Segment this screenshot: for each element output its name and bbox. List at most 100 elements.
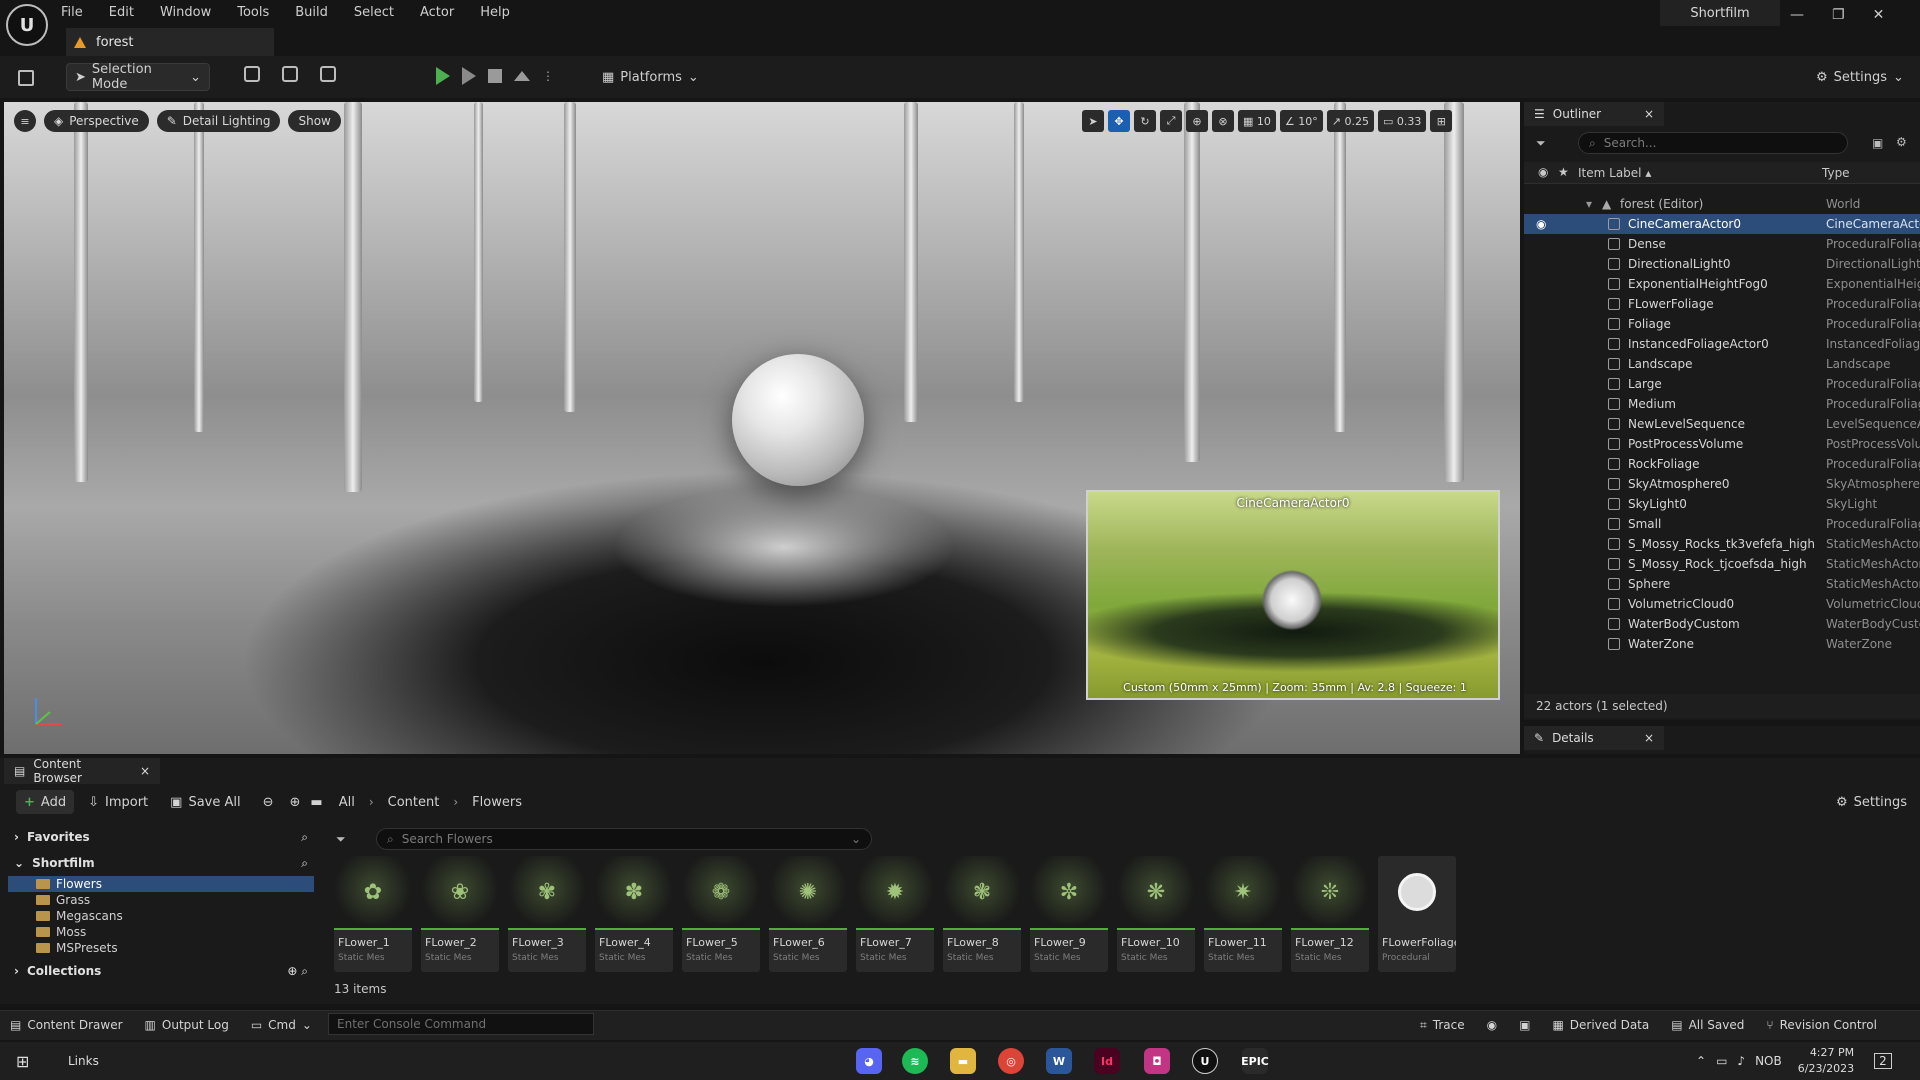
unreal-engine-icon[interactable]: U <box>1192 1048 1218 1074</box>
unreal-logo-icon[interactable]: U <box>6 4 48 46</box>
eject-icon[interactable] <box>514 71 530 81</box>
asset-tile[interactable]: ❋ FLower_10 Static Mes <box>1117 856 1195 972</box>
sphere-actor[interactable] <box>732 354 864 486</box>
breadcrumb-flowers[interactable]: Flowers <box>464 790 530 814</box>
asset-tile[interactable]: FLowerFoliage Procedural <box>1378 856 1456 972</box>
notification-center-icon[interactable]: 2 <box>1874 1053 1892 1069</box>
column-item-label[interactable]: Item Label ▴ <box>1578 166 1651 180</box>
menu-edit[interactable]: Edit <box>106 1 137 24</box>
asset-tile[interactable]: ❁ FLower_5 Static Mes <box>682 856 760 972</box>
level-viewport[interactable]: ≡ ◈ Perspective ✎ Detail Lighting Show ➤ ✥… <box>4 102 1520 754</box>
outliner-row[interactable]: InstancedFoliageActor0 InstancedFoliageAc… <box>1524 334 1920 354</box>
column-type[interactable]: Type <box>1822 166 1850 180</box>
menu-build[interactable]: Build <box>292 1 331 24</box>
new-folder-icon[interactable]: ▣ <box>1872 136 1883 150</box>
play-next-icon[interactable] <box>462 67 476 85</box>
scale-snap-button[interactable]: ↗ 0.25 <box>1326 110 1374 132</box>
outliner-row[interactable]: Landscape Landscape <box>1524 354 1920 374</box>
asset-tile[interactable]: ✿ FLower_1 Static Mes <box>334 856 412 972</box>
outliner-row[interactable]: FLowerFoliage ProceduralFoliage <box>1524 294 1920 314</box>
asset-tile[interactable]: ✷ FLower_11 Static Mes <box>1204 856 1282 972</box>
close-icon[interactable]: ✕ <box>1873 7 1885 23</box>
perspective-button[interactable]: ◈ Perspective <box>44 110 149 132</box>
outliner-row[interactable]: Sphere StaticMeshActor <box>1524 574 1920 594</box>
outliner-row[interactable]: Dense ProceduralFoliage <box>1524 234 1920 254</box>
asset-tile[interactable]: ✾ FLower_3 Static Mes <box>508 856 586 972</box>
search-icon[interactable]: ⌕ <box>301 830 308 845</box>
windows-start-icon[interactable]: ⊞ <box>16 1052 29 1071</box>
discord-icon[interactable]: ◕ <box>856 1048 882 1074</box>
selection-mode-dropdown[interactable]: ➤ Selection Mode ⌄ <box>66 62 210 92</box>
view-mode-button[interactable]: ✎ Detail Lighting <box>156 110 281 132</box>
expand-arrow-icon[interactable]: ▾ <box>1586 197 1592 211</box>
asset-tile[interactable]: ❀ FLower_2 Static Mes <box>421 856 499 972</box>
translate-tool-icon[interactable]: ✥ <box>1108 110 1130 132</box>
network-icon[interactable]: ▭ <box>1716 1054 1727 1068</box>
filter-icon[interactable]: ⏷ <box>1536 136 1546 151</box>
outliner-row[interactable]: DirectionalLight0 DirectionalLight <box>1524 254 1920 274</box>
level-tab[interactable]: forest <box>66 28 274 56</box>
history-back-icon[interactable]: ⊖ <box>255 790 282 814</box>
asset-tile[interactable]: ❃ FLower_8 Static Mes <box>943 856 1021 972</box>
outliner-row[interactable]: Medium ProceduralFoliage <box>1524 394 1920 414</box>
details-tab[interactable]: ✎ Details × <box>1524 726 1664 750</box>
snapshot-icon[interactable]: ▣ <box>1519 1010 1530 1040</box>
outliner-row[interactable]: Small ProceduralFoliage <box>1524 514 1920 534</box>
outliner-row[interactable]: S_Mossy_Rocks_tk3vefefa_high StaticMeshAc… <box>1524 534 1920 554</box>
outliner-row[interactable]: VolumetricCloud0 VolumetricCloud <box>1524 594 1920 614</box>
restore-icon[interactable]: ❐ <box>1832 7 1845 23</box>
record-icon[interactable]: ◉ <box>1487 1010 1497 1040</box>
folder-moss[interactable]: Moss <box>8 924 314 940</box>
chrome-icon[interactable]: ◎ <box>998 1048 1024 1074</box>
asset-search-input[interactable]: ⌕ Search Flowers ⌄ <box>376 828 872 850</box>
outliner-row[interactable]: WaterZone WaterZone <box>1524 634 1920 654</box>
rotation-snap-button[interactable]: ∠ 10° <box>1279 110 1323 132</box>
menu-window[interactable]: Window <box>157 1 214 24</box>
file-explorer-icon[interactable]: ▬ <box>950 1048 976 1074</box>
close-tab-icon[interactable]: × <box>1644 731 1654 745</box>
output-log-button[interactable]: ▥ Output Log <box>145 1010 229 1040</box>
close-tab-icon[interactable]: × <box>1644 107 1654 121</box>
outliner-row[interactable]: SkyLight0 SkyLight <box>1524 494 1920 514</box>
folder-mspresets[interactable]: MSPresets <box>8 940 314 956</box>
asset-tile[interactable]: ✼ FLower_9 Static Mes <box>1030 856 1108 972</box>
camera-speed-button[interactable]: ▭ 0.33 <box>1377 110 1427 132</box>
outliner-row[interactable]: Foliage ProceduralFoliage <box>1524 314 1920 334</box>
search-icon[interactable]: ⌕ <box>301 856 308 871</box>
content-drawer-button[interactable]: ▤ Content Drawer <box>10 1010 123 1040</box>
hamburger-menu-icon[interactable]: ≡ <box>14 110 36 132</box>
indesign-icon[interactable]: Id <box>1094 1048 1120 1074</box>
select-tool-icon[interactable]: ➤ <box>1082 110 1104 132</box>
menu-file[interactable]: File <box>58 1 86 24</box>
filter-icon[interactable]: ⏷ <box>336 832 346 847</box>
outliner-tab[interactable]: ☰ Outliner × <box>1524 102 1664 126</box>
folder-icon[interactable]: ▬ <box>308 790 324 814</box>
cb-settings-button[interactable]: ⚙ Settings <box>1828 790 1915 814</box>
folder-flowers[interactable]: Flowers <box>8 876 314 892</box>
derived-data-button[interactable]: ▦ Derived Data <box>1552 1010 1649 1040</box>
minimize-icon[interactable]: — <box>1790 7 1804 23</box>
stop-icon[interactable] <box>488 69 502 83</box>
add-actor-icon[interactable] <box>244 66 260 82</box>
chevron-up-icon[interactable]: ⌃ <box>1696 1054 1706 1068</box>
all-saved-button[interactable]: ▤ All Saved <box>1671 1010 1744 1040</box>
maximize-viewport-icon[interactable]: ⊞ <box>1430 110 1453 132</box>
menu-tools[interactable]: Tools <box>234 1 272 24</box>
epic-games-icon[interactable]: EPIC <box>1241 1048 1269 1074</box>
blueprint-icon[interactable] <box>282 66 298 82</box>
platforms-dropdown[interactable]: ▦ Platforms ⌄ <box>594 63 707 91</box>
breadcrumb-content[interactable]: Content <box>380 790 448 814</box>
outliner-row[interactable]: ◉ CineCameraActor0 CineCameraActor <box>1524 214 1920 234</box>
outliner-row[interactable]: NewLevelSequence LevelSequenceActor <box>1524 414 1920 434</box>
world-local-icon[interactable]: ⊕ <box>1186 110 1208 132</box>
folder-megascans[interactable]: Megascans <box>8 908 314 924</box>
language-indicator[interactable]: NOB <box>1755 1054 1782 1068</box>
more-options-icon[interactable]: ⋮ <box>542 69 554 83</box>
menu-actor[interactable]: Actor <box>417 1 457 24</box>
import-button[interactable]: ⇩ Import <box>80 790 156 814</box>
console-input[interactable]: Enter Console Command <box>328 1013 594 1035</box>
menu-help[interactable]: Help <box>477 1 513 24</box>
trace-button[interactable]: ⌗ Trace <box>1420 1010 1465 1040</box>
outliner-row[interactable]: SkyAtmosphere0 SkyAtmosphere <box>1524 474 1920 494</box>
links-toolbar[interactable]: Links <box>68 1054 99 1068</box>
